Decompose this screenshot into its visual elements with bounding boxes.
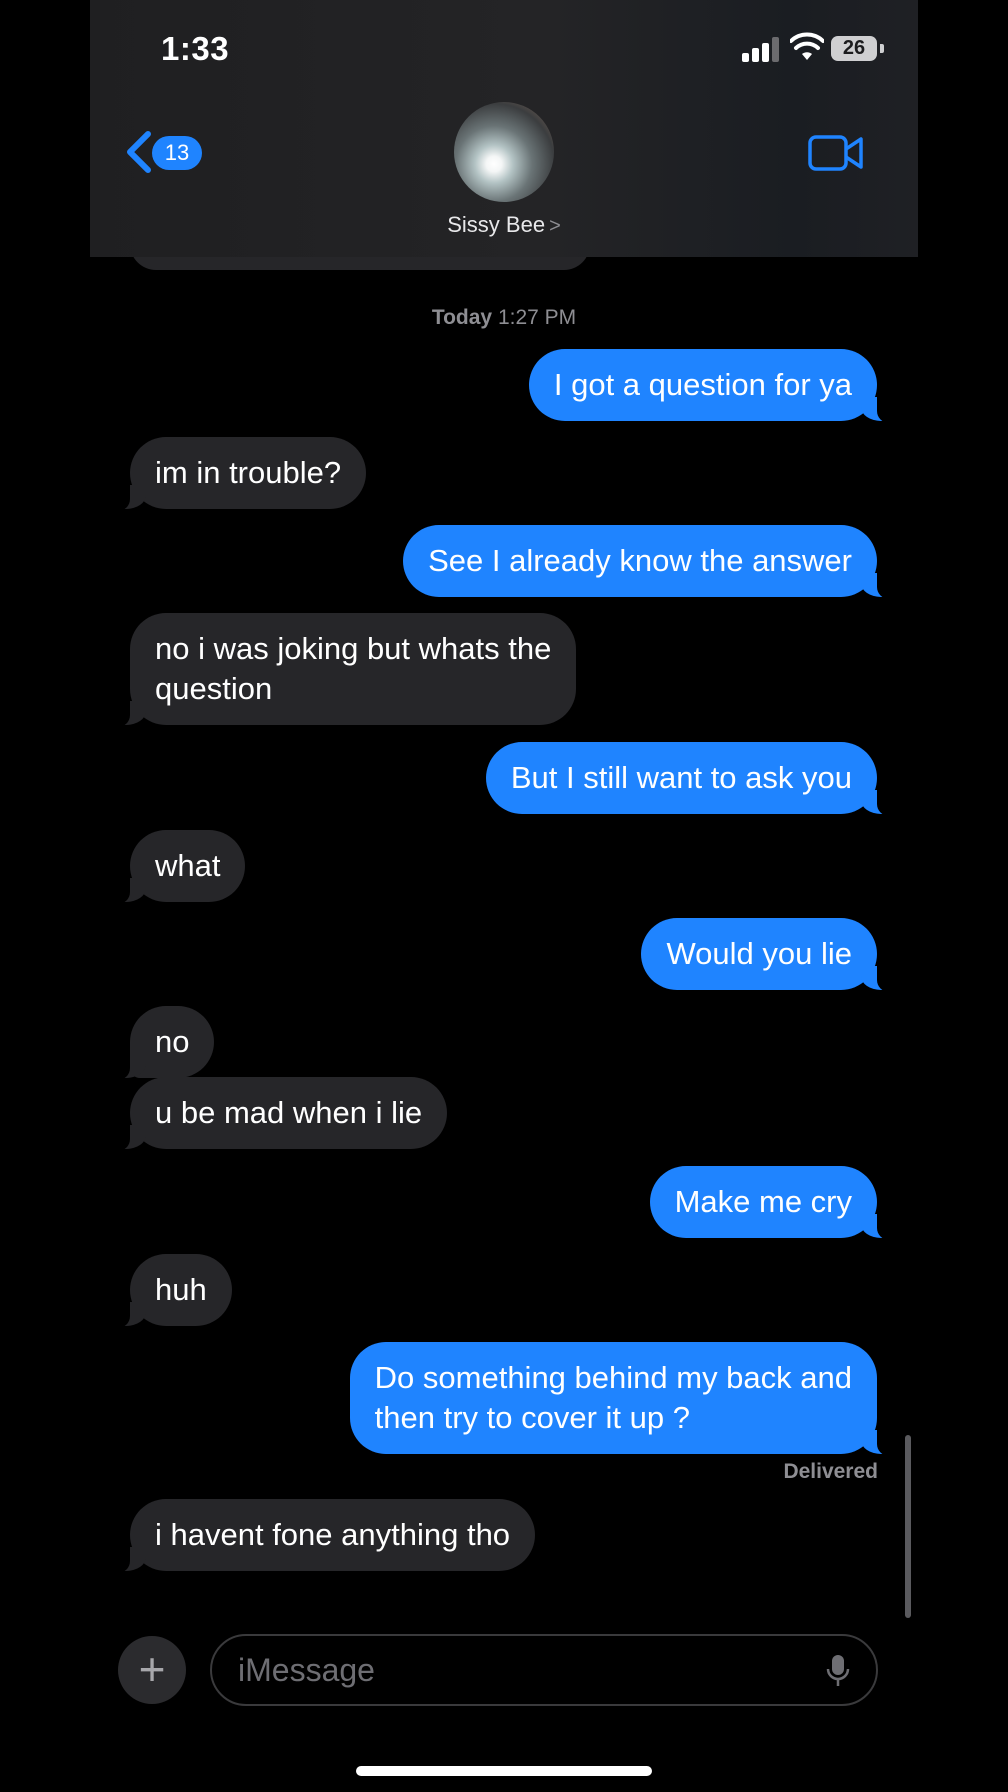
message-input[interactable]: iMessage [210, 1634, 878, 1706]
chevron-right-icon: > [549, 215, 561, 237]
incoming-message[interactable]: u be mad when i lie [109, 1077, 448, 1151]
back-chevron-icon [127, 131, 151, 173]
outgoing-message[interactable]: Make me cry [649, 1166, 898, 1240]
delivered-status: Delivered [783, 1460, 878, 1483]
contact-avatar[interactable] [454, 102, 554, 202]
contact-name-label: Sissy Bee [447, 212, 546, 237]
conversation-timestamp: Today 1:27 PM [0, 306, 1008, 330]
microphone-icon[interactable] [826, 1654, 850, 1688]
status-time: 1:33 [161, 30, 230, 67]
incoming-message[interactable]: no [109, 1006, 215, 1080]
message-input-placeholder: iMessage [238, 1652, 375, 1688]
unread-count-badge: 13 [152, 136, 202, 170]
incoming-message[interactable]: what [109, 830, 246, 904]
signal-icon [742, 36, 782, 62]
outgoing-message[interactable]: Would you lie [641, 918, 897, 992]
home-indicator[interactable] [356, 1766, 652, 1776]
outgoing-message[interactable]: I got a question for ya [528, 349, 898, 423]
incoming-message[interactable]: im in trouble? [109, 437, 367, 511]
add-icon[interactable]: + [118, 1636, 186, 1704]
battery-icon: 26 [831, 36, 877, 61]
conversation-header: 1:33 26 13 Sissy Bee > [90, 0, 918, 257]
video-call-icon[interactable] [808, 134, 864, 172]
incoming-message[interactable]: huh [110, 1254, 232, 1328]
incoming-message[interactable]: no i was joking but whats the question [109, 613, 577, 727]
outgoing-message[interactable]: Do something behind my back and then try… [349, 1342, 898, 1456]
outgoing-message[interactable]: But I still want to ask you [485, 742, 898, 816]
wifi-icon [790, 32, 824, 60]
scrollbar[interactable] [905, 1435, 911, 1618]
battery-tip [880, 44, 884, 53]
timestamp-day: Today [431, 306, 493, 329]
outgoing-message[interactable]: See I already know the answer [403, 525, 897, 599]
timestamp-time: 1:27 PM [497, 306, 577, 329]
contact-name[interactable]: Sissy Bee > [90, 212, 918, 238]
incoming-message[interactable]: i havent fone anything tho [109, 1499, 536, 1573]
back-button[interactable]: 13 [124, 128, 204, 176]
